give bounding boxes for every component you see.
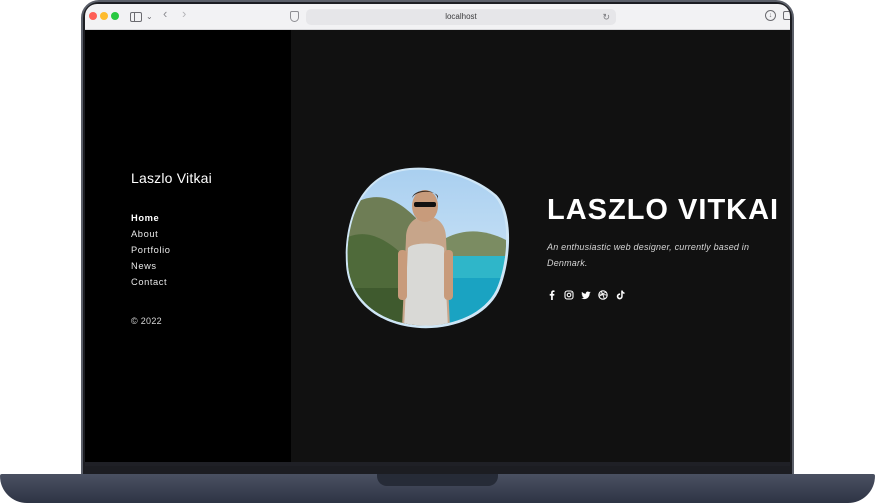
tiktok-icon[interactable] [615, 290, 625, 300]
hero-tagline: An enthusiastic web designer, currently … [547, 242, 750, 268]
close-window-button[interactable] [89, 12, 97, 20]
profile-photo [345, 167, 510, 329]
nav-item-home[interactable]: Home [131, 210, 171, 226]
tab-overview-icon[interactable] [783, 11, 790, 20]
browser-toolbar: ⌄ ‹ › localhost ↻ ↓ [85, 4, 790, 30]
site-sidebar: Laszlo Vitkai Home About Portfolio News … [85, 30, 291, 466]
laptop-notch [377, 474, 498, 486]
download-icon[interactable]: ↓ [765, 10, 776, 21]
nav-item-contact[interactable]: Contact [131, 274, 171, 290]
nav-item-about[interactable]: About [131, 226, 171, 242]
nav-item-news[interactable]: News [131, 258, 171, 274]
address-bar[interactable]: localhost ↻ [306, 9, 616, 25]
site-brand[interactable]: Laszlo Vitkai [131, 170, 212, 186]
minimize-window-button[interactable] [100, 12, 108, 20]
hero-name: LASZLO VITKAI [547, 194, 780, 226]
screen-bezel-bottom [85, 462, 790, 466]
reload-icon[interactable]: ↻ [602, 9, 610, 25]
dribbble-icon[interactable] [598, 290, 608, 300]
instagram-icon[interactable] [564, 290, 574, 300]
url-text: localhost [445, 12, 477, 21]
privacy-shield-icon[interactable] [290, 11, 299, 22]
main-nav: Home About Portfolio News Contact [131, 210, 171, 290]
main-content: LASZLO VITKAI An enthusiastic web design… [291, 30, 790, 466]
twitter-icon[interactable] [581, 290, 591, 300]
copyright: © 2022 [131, 316, 162, 326]
chevron-down-icon[interactable]: ⌄ [146, 10, 153, 24]
maximize-window-button[interactable] [111, 12, 119, 20]
back-arrow-icon[interactable]: ‹ [163, 7, 167, 21]
laptop-screen: ⌄ ‹ › localhost ↻ ↓ Laszlo Vitkai Home A… [85, 4, 790, 466]
nav-item-portfolio[interactable]: Portfolio [131, 242, 171, 258]
facebook-icon[interactable] [547, 290, 557, 300]
forward-arrow-icon[interactable]: › [182, 7, 186, 21]
sidebar-toggle-icon[interactable] [130, 12, 142, 22]
